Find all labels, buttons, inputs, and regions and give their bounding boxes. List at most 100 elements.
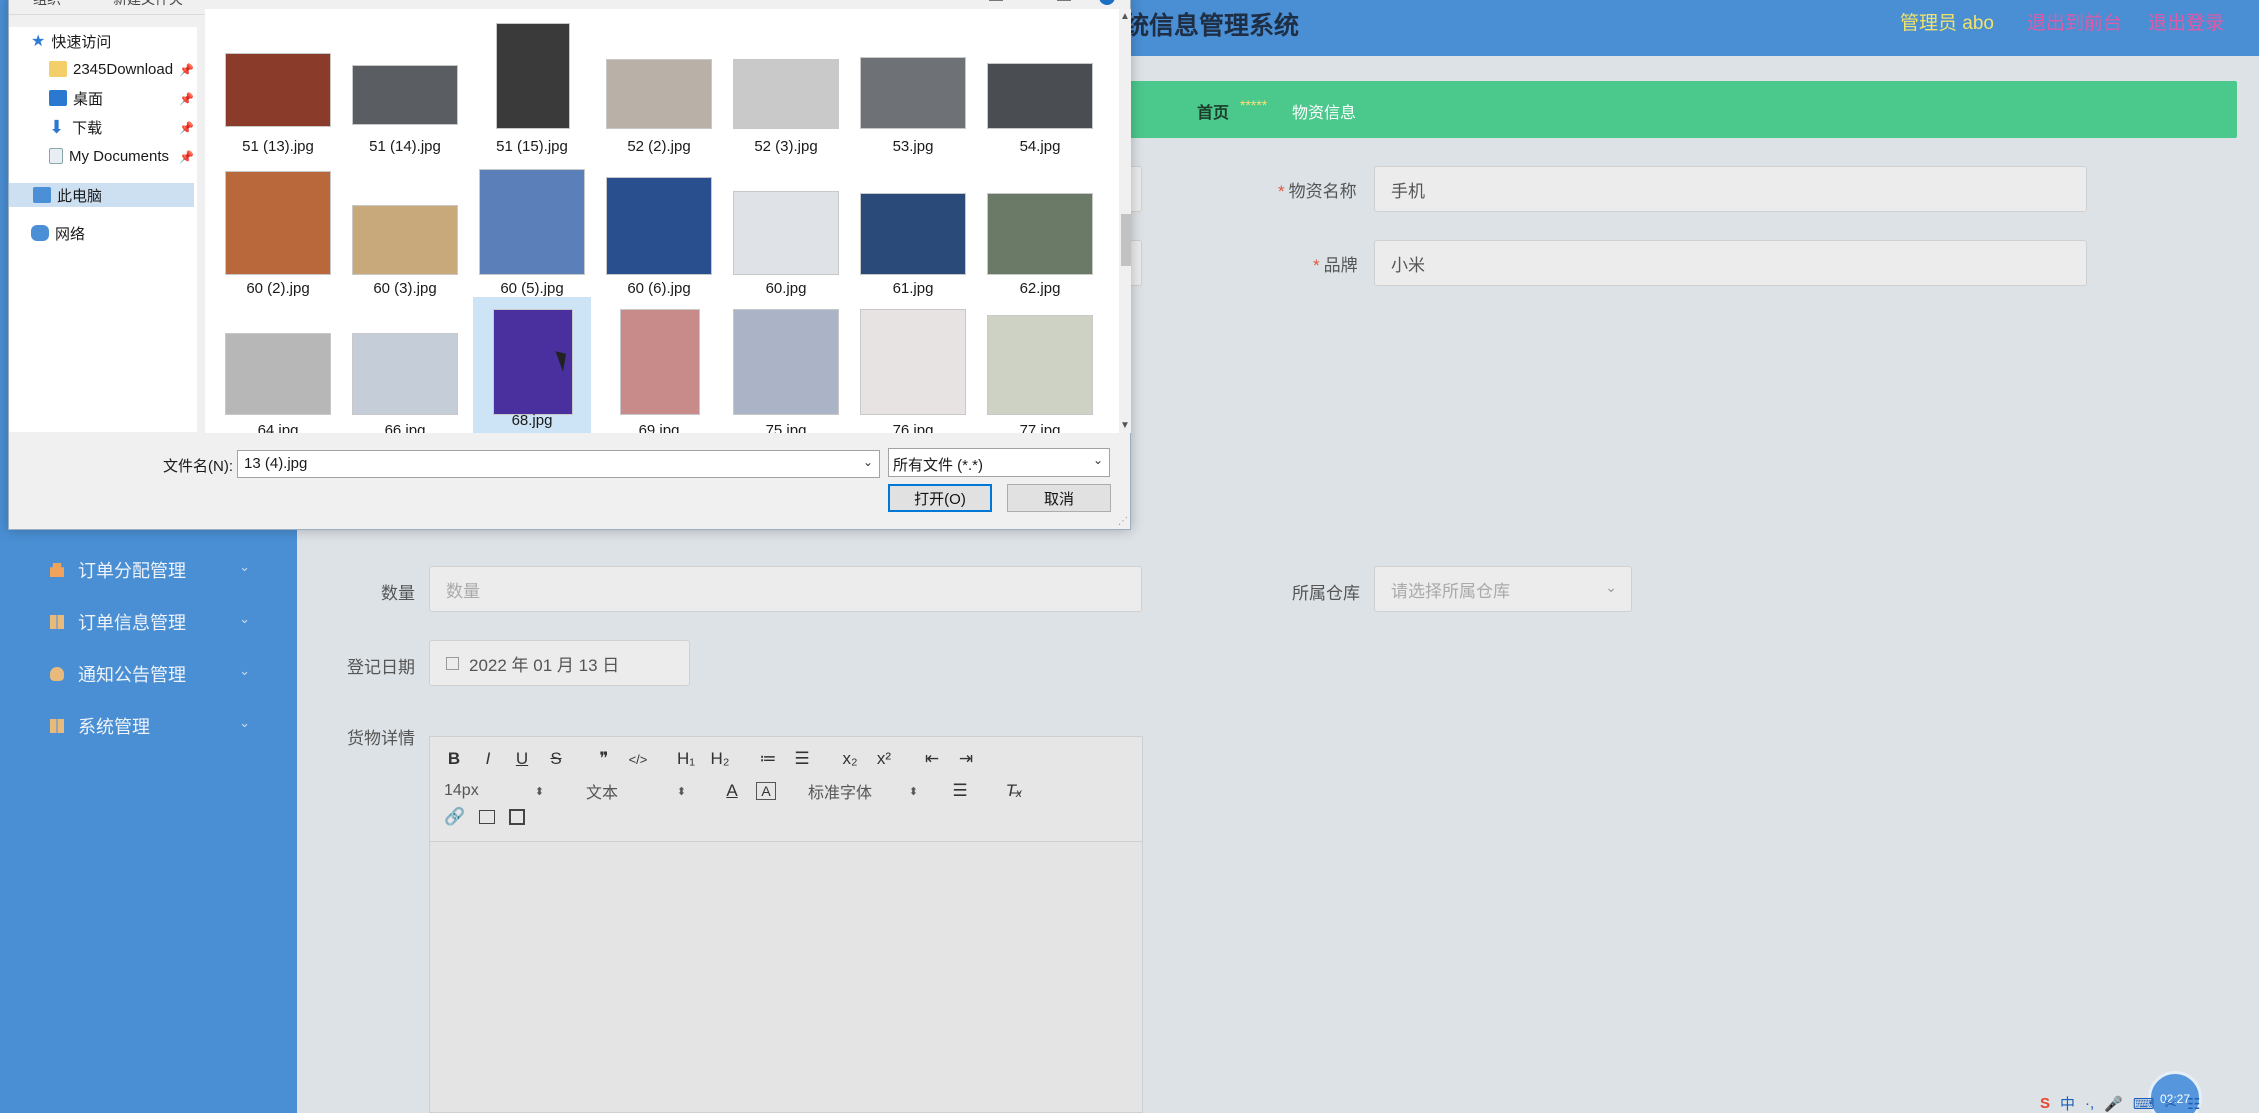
file-item[interactable]: 52 (2).jpg: [600, 23, 718, 159]
microphone-icon[interactable]: 🎤: [2104, 1095, 2123, 1113]
file-grid-scrollbar[interactable]: ▲ ▼: [1119, 9, 1131, 433]
punctuation-icon[interactable]: ·,: [2085, 1095, 2094, 1112]
sidebar-item-notice[interactable]: 通知公告管理 ⌄: [50, 659, 250, 689]
font-family-select[interactable]: 标准字体 ⬍: [808, 779, 918, 803]
new-folder-button[interactable]: 新建文件夹: [113, 0, 183, 9]
file-item[interactable]: 64.jpg: [219, 307, 337, 433]
nav-quick-access[interactable]: ★ 快速访问: [31, 29, 111, 53]
chevron-down-icon: ⌄: [1605, 579, 1617, 595]
code-button[interactable]: </>: [628, 752, 648, 767]
file-item[interactable]: 69.jpg: [600, 307, 718, 433]
chevron-down-icon[interactable]: ⌄: [1093, 453, 1103, 467]
name-input[interactable]: 手机: [1374, 166, 2087, 212]
file-item[interactable]: 60 (2).jpg: [219, 165, 337, 301]
file-item[interactable]: 62.jpg: [981, 165, 1099, 301]
file-item[interactable]: 60.jpg: [727, 165, 845, 301]
logout-link[interactable]: 退出登录: [2148, 8, 2224, 35]
sidebar-item-order-info[interactable]: 订单信息管理 ⌄: [50, 607, 250, 637]
bg-color-icon[interactable]: A: [756, 782, 776, 800]
quote-button[interactable]: ❞: [594, 749, 614, 769]
nav-2345download[interactable]: 2345Download: [49, 57, 173, 81]
resize-grip-icon[interactable]: ⋰: [1118, 516, 1128, 527]
image-icon[interactable]: [479, 810, 496, 824]
italic-button[interactable]: I: [478, 749, 498, 769]
filename-input[interactable]: 13 (4).jpg ⌄: [237, 450, 880, 478]
block-select[interactable]: 文本 ⬍: [586, 779, 686, 803]
font-size-select[interactable]: 14px ⬍: [444, 782, 544, 800]
indent-button[interactable]: ⇥: [956, 749, 976, 769]
grid-icon: [50, 719, 64, 733]
align-icon[interactable]: ☰: [950, 781, 970, 801]
strike-button[interactable]: S: [546, 749, 566, 769]
view-icon[interactable]: [989, 0, 1003, 1]
help-icon[interactable]: [1099, 0, 1115, 5]
image-thumbnail: [733, 309, 839, 415]
sidebar-item-order-assign[interactable]: 订单分配管理 ⌄: [50, 555, 250, 585]
preview-pane-icon[interactable]: [1057, 0, 1071, 1]
open-button[interactable]: 打开(O): [888, 484, 992, 512]
sogou-icon[interactable]: S: [2040, 1095, 2050, 1112]
outdent-button[interactable]: ⇤: [922, 749, 942, 769]
file-item[interactable]: 75.jpg: [727, 307, 845, 433]
file-item[interactable]: 53.jpg: [854, 23, 972, 159]
file-item[interactable]: 60 (3).jpg: [346, 165, 464, 301]
superscript-button[interactable]: x²: [874, 749, 894, 769]
filetype-select[interactable]: 所有文件 (*.*) ⌄: [888, 448, 1110, 477]
quantity-input[interactable]: 数量: [429, 566, 1142, 612]
brand-input[interactable]: 小米: [1374, 240, 2087, 286]
image-thumbnail: [225, 53, 331, 127]
file-item[interactable]: 51 (15).jpg: [473, 23, 591, 159]
bold-button[interactable]: B: [444, 749, 464, 769]
nav-my-documents[interactable]: My Documents: [49, 144, 169, 168]
rich-text-editor[interactable]: B I U S ❞ </> H₁ H₂ ≔ ☰ x₂ x² ⇤ ⇥ 14px ⬍ …: [429, 736, 1143, 1113]
file-item[interactable]: 76.jpg: [854, 307, 972, 433]
admin-label[interactable]: 管理员 abo: [1900, 8, 1994, 35]
tool-icon[interactable]: ✂: [2165, 1095, 2178, 1113]
video-icon[interactable]: [509, 809, 526, 825]
menu-grid-icon[interactable]: ☷: [2187, 1095, 2200, 1113]
breadcrumb-home[interactable]: 首页: [1197, 99, 1229, 123]
chevron-down-icon[interactable]: ⌄: [863, 455, 873, 469]
file-item[interactable]: 52 (3).jpg: [727, 23, 845, 159]
pin-icon: 📌: [179, 92, 194, 106]
h2-button[interactable]: H₂: [710, 749, 730, 769]
editor-content[interactable]: [430, 841, 1142, 1112]
file-item-selected[interactable]: 68.jpg: [473, 297, 591, 433]
file-item[interactable]: 77.jpg: [981, 307, 1099, 433]
warehouse-select[interactable]: 请选择所属仓库 ⌄: [1374, 566, 1632, 612]
nav-downloads[interactable]: ⬇ 下载: [49, 115, 102, 139]
link-icon[interactable]: 🔗: [444, 807, 465, 827]
ime-chinese-toggle[interactable]: 中: [2060, 1093, 2075, 1113]
scroll-down-icon[interactable]: ▼: [1119, 420, 1131, 431]
app-title: 统信息管理系统: [1124, 12, 1300, 40]
image-thumbnail: [987, 315, 1093, 415]
file-item[interactable]: 51 (14).jpg: [346, 23, 464, 159]
file-item[interactable]: 54.jpg: [981, 23, 1099, 159]
image-thumbnail: [352, 205, 458, 275]
file-item[interactable]: 51 (13).jpg: [219, 23, 337, 159]
h1-button[interactable]: H₁: [676, 749, 696, 769]
updown-icon: ⬍: [534, 785, 544, 798]
clipboard-icon: [50, 563, 64, 577]
keyboard-icon[interactable]: ⌨: [2133, 1095, 2155, 1113]
ordered-list-button[interactable]: ≔: [758, 749, 778, 769]
file-item[interactable]: 60 (5).jpg: [473, 165, 591, 301]
clear-format-icon[interactable]: T̶ₓ: [1004, 781, 1024, 801]
sidebar-item-system[interactable]: 系统管理 ⌄: [50, 711, 250, 741]
nav-network[interactable]: 网络: [31, 221, 85, 245]
font-color-icon[interactable]: A: [722, 781, 742, 801]
file-item[interactable]: 61.jpg: [854, 165, 972, 301]
file-item[interactable]: 60 (6).jpg: [600, 165, 718, 301]
scroll-up-icon[interactable]: ▲: [1119, 11, 1131, 22]
back-to-front-link[interactable]: 退出到前台: [2027, 8, 2122, 35]
subscript-button[interactable]: x₂: [840, 749, 860, 769]
bullet-list-button[interactable]: ☰: [792, 749, 812, 769]
date-input[interactable]: 2022 年 01 月 13 日: [429, 640, 690, 686]
cancel-button[interactable]: 取消: [1007, 484, 1111, 512]
nav-desktop[interactable]: 桌面: [49, 86, 103, 110]
file-item[interactable]: 66.jpg: [346, 307, 464, 433]
underline-button[interactable]: U: [512, 749, 532, 769]
nav-this-pc[interactable]: 此电脑: [9, 183, 194, 207]
organize-menu[interactable]: 组织: [33, 0, 61, 9]
scrollbar-thumb[interactable]: [1121, 214, 1131, 266]
